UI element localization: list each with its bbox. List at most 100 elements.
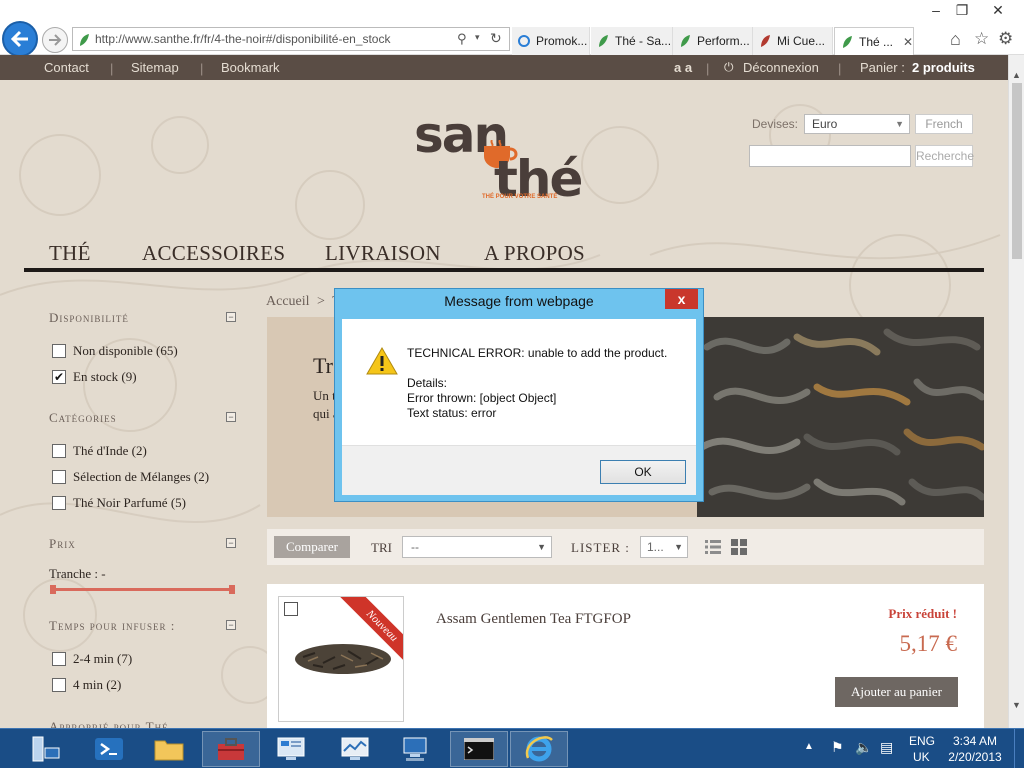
tab-2[interactable]: Thé - Sa... xyxy=(591,27,673,55)
filter-4-min[interactable]: 4 min (2) xyxy=(52,677,121,693)
checkbox[interactable] xyxy=(52,496,66,510)
sitemap-link[interactable]: Sitemap xyxy=(131,60,179,75)
collapse-icon[interactable]: − xyxy=(226,312,236,322)
price-slider-max-handle[interactable] xyxy=(229,585,235,594)
clock-date[interactable]: 2/20/2013 xyxy=(946,750,1004,764)
filter-the-inde[interactable]: Thé d'Inde (2) xyxy=(52,443,147,459)
back-button[interactable] xyxy=(2,21,38,57)
search-icon[interactable]: ⚲ xyxy=(457,31,467,47)
bookmark-link[interactable]: Bookmark xyxy=(221,60,280,75)
checkbox[interactable] xyxy=(52,344,66,358)
close-tab-icon[interactable]: ✕ xyxy=(903,35,913,49)
cart-count[interactable]: 2 produits xyxy=(912,60,975,75)
font-size-toggle[interactable]: a a xyxy=(674,60,692,75)
price-slider-min-handle[interactable] xyxy=(50,585,56,594)
network-status-icon[interactable]: ▤ xyxy=(880,739,893,756)
home-icon[interactable]: ⌂ xyxy=(950,29,961,50)
tab-4[interactable]: Mi Cue... xyxy=(753,27,833,55)
product-name[interactable]: Assam Gentlemen Tea FTGFOP xyxy=(436,611,631,628)
close-window-button[interactable]: ✕ xyxy=(976,0,1020,20)
file-explorer-icon[interactable] xyxy=(140,731,198,767)
checkbox[interactable] xyxy=(52,470,66,484)
filter-label: 2-4 min (7) xyxy=(73,651,133,666)
checkbox[interactable] xyxy=(52,652,66,666)
menu-a-propos[interactable]: A PROPOS xyxy=(484,241,585,266)
filter-2-4-min[interactable]: 2-4 min (7) xyxy=(52,651,132,667)
server-manager-icon[interactable] xyxy=(26,731,66,767)
logout-link[interactable]: Déconnexion xyxy=(743,60,819,75)
search-input[interactable] xyxy=(749,145,911,167)
input-language-region[interactable]: UK xyxy=(913,750,930,764)
tab-1[interactable]: Promok... xyxy=(512,27,590,55)
clock-time[interactable]: 3:34 AM xyxy=(950,734,1000,748)
collapse-icon[interactable]: − xyxy=(226,412,236,422)
menu-livraison[interactable]: LIVRAISON xyxy=(325,241,441,266)
tab-label: Perform... xyxy=(697,34,750,48)
powershell-icon[interactable] xyxy=(80,731,138,767)
menu-the[interactable]: THÉ xyxy=(49,241,91,266)
collapse-icon[interactable]: − xyxy=(226,538,236,548)
menu-underline xyxy=(24,268,984,272)
leaf-icon xyxy=(843,35,852,48)
filter-label: En stock (9) xyxy=(73,369,137,384)
product-image-frame[interactable]: Nouveau xyxy=(278,596,404,722)
checkbox-checked[interactable]: ✔ xyxy=(52,370,66,384)
price-slider-track[interactable] xyxy=(52,588,234,591)
filter-en-stock[interactable]: ✔ En stock (9) xyxy=(52,369,137,385)
checkbox[interactable] xyxy=(52,678,66,692)
search-button[interactable]: Recherche xyxy=(915,145,974,167)
power-icon: ⏻ xyxy=(724,60,734,74)
leaf-icon xyxy=(599,35,608,47)
dialog-close-button[interactable]: x xyxy=(665,289,698,309)
add-to-cart-button[interactable]: Ajouter au panier xyxy=(835,677,958,707)
list-view-icon[interactable] xyxy=(705,539,721,555)
cart-label[interactable]: Panier : xyxy=(860,60,905,75)
language-button[interactable]: French xyxy=(915,114,973,134)
command-prompt-icon[interactable] xyxy=(450,731,508,767)
filter-non-disponible[interactable]: Non disponible (65) xyxy=(52,343,178,359)
compare-button[interactable]: Comparer xyxy=(274,536,350,558)
tab-3[interactable]: Perform... xyxy=(673,27,753,55)
control-panel-icon[interactable] xyxy=(262,731,320,767)
forward-button[interactable] xyxy=(42,27,68,53)
filter-the-noir-parfume[interactable]: Thé Noir Parfumé (5) xyxy=(52,495,186,511)
separator: | xyxy=(110,61,114,76)
scroll-thumb[interactable] xyxy=(1012,83,1022,259)
filter-selection-melanges[interactable]: Sélection de Mélanges (2) xyxy=(52,469,209,485)
tab-5-active[interactable]: Thé ... ✕ xyxy=(834,27,914,55)
compare-checkbox[interactable] xyxy=(284,602,298,616)
grid-view-icon[interactable] xyxy=(731,539,747,555)
scroll-up-arrow-icon[interactable]: ▲ xyxy=(1012,70,1021,80)
dropdown-icon[interactable]: ▾ xyxy=(475,32,480,43)
settings-gear-icon[interactable]: ⚙ xyxy=(998,29,1013,49)
browser-chrome: – ❐ ✕ http://www.santhe.fr/fr/4-the-noir… xyxy=(0,0,1024,57)
refresh-icon[interactable]: ↻ xyxy=(490,30,502,47)
page-scrollbar[interactable]: ▲ ▼ xyxy=(1008,55,1024,728)
contact-link[interactable]: Contact xyxy=(44,60,89,75)
scroll-down-arrow-icon[interactable]: ▼ xyxy=(1012,700,1021,710)
menu-accessoires[interactable]: ACCESSOIRES xyxy=(142,241,285,266)
sort-select[interactable]: -- ▼ xyxy=(402,536,552,558)
internet-explorer-icon[interactable] xyxy=(510,731,568,767)
action-center-flag-icon[interactable]: ⚑ xyxy=(831,739,844,756)
breadcrumb-home[interactable]: Accueil xyxy=(266,294,310,309)
input-language[interactable]: ENG xyxy=(909,734,935,748)
restore-button[interactable]: ❐ xyxy=(948,0,976,20)
favorites-star-icon[interactable]: ☆ xyxy=(974,29,989,49)
site-logo[interactable]: san thé THÉ POUR VOTRE SANTÉ xyxy=(414,110,594,210)
address-bar[interactable]: http://www.santhe.fr/fr/4-the-noir#/disp… xyxy=(72,27,510,51)
warning-icon xyxy=(366,347,398,375)
ok-button[interactable]: OK xyxy=(600,460,686,484)
show-hidden-icons[interactable]: ▲ xyxy=(804,741,814,752)
separator: | xyxy=(838,61,842,76)
per-page-select[interactable]: 1... ▼ xyxy=(640,536,688,558)
filter-label: Sélection de Mélanges (2) xyxy=(73,469,210,484)
checkbox[interactable] xyxy=(52,444,66,458)
toolbox-icon[interactable] xyxy=(202,731,260,767)
remote-desktop-icon[interactable] xyxy=(386,731,444,767)
performance-monitor-icon[interactable] xyxy=(326,731,384,767)
collapse-icon[interactable]: − xyxy=(226,620,236,630)
show-desktop-button[interactable] xyxy=(1014,729,1024,768)
volume-muted-icon[interactable]: 🔈 xyxy=(855,739,872,756)
currency-select[interactable]: Euro ▼ xyxy=(804,114,910,134)
